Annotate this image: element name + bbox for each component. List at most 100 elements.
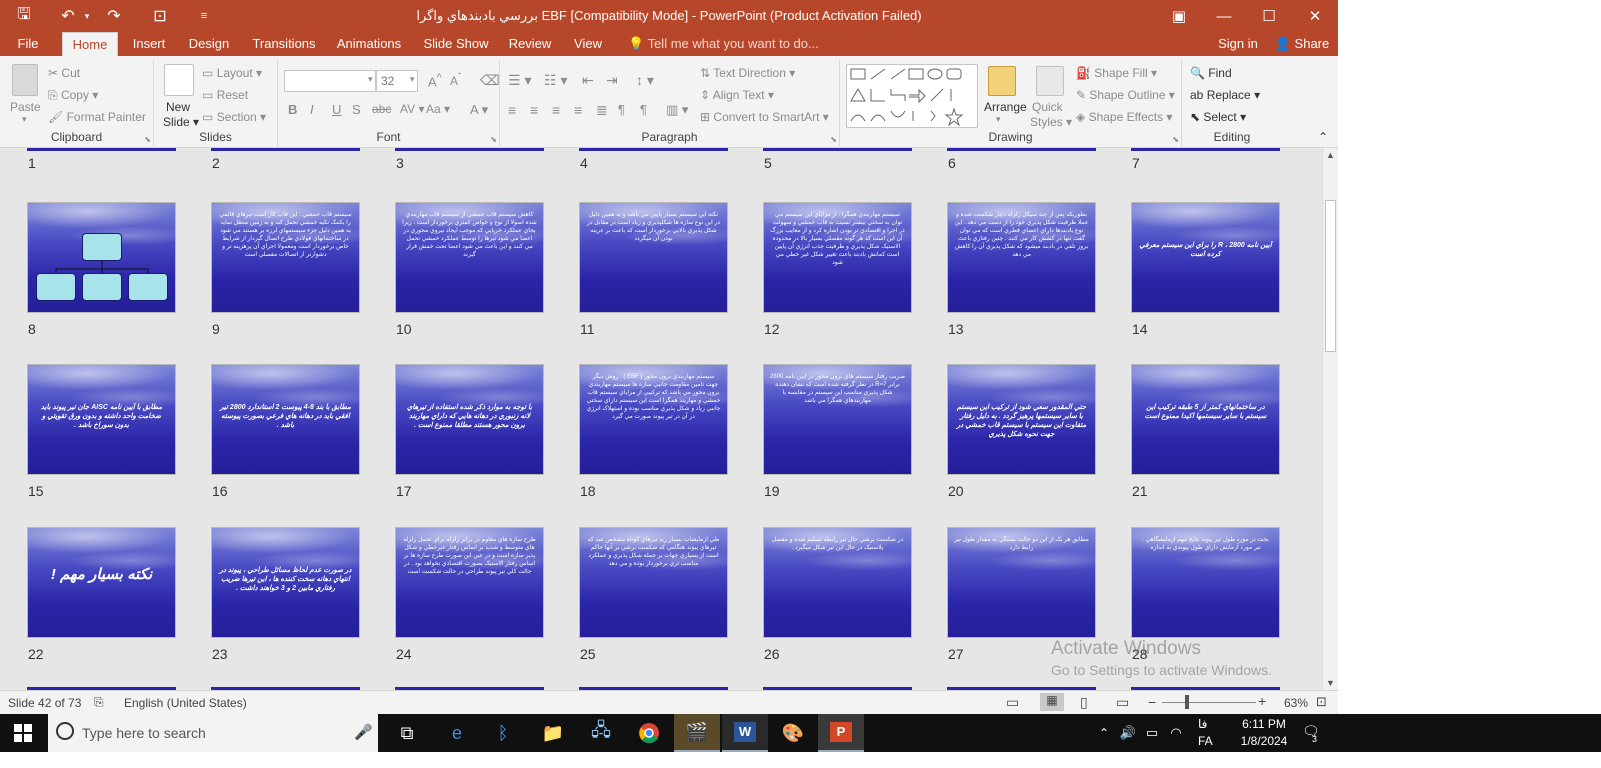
- align-left-icon[interactable]: ≡: [508, 102, 516, 118]
- paste-dropdown-icon[interactable]: ▾: [22, 114, 27, 125]
- zoom-level[interactable]: 63%: [1284, 696, 1308, 710]
- slide-thumbnail[interactable]: کاهش سيستم قاب خمشي از سيستم قاب مهاربند…: [395, 202, 544, 313]
- file-explorer-icon[interactable]: 📁: [530, 714, 576, 752]
- slide-thumbnail[interactable]: مطابق با بند 8-4 پيوست 2 استاندارد 2800 …: [211, 364, 360, 475]
- collapse-ribbon-icon[interactable]: ⌃: [1318, 130, 1328, 144]
- shape-outline-button[interactable]: ✎ Shape Outline ▾: [1076, 88, 1175, 102]
- input-language-fa[interactable]: فا: [1198, 717, 1207, 731]
- clock-date[interactable]: 1/8/2024: [1232, 734, 1296, 748]
- microphone-icon[interactable]: 🎤: [354, 723, 373, 741]
- tab-home[interactable]: Home: [62, 32, 118, 56]
- text-direction-button[interactable]: ⇅ Text Direction ▾: [700, 66, 795, 80]
- character-spacing-icon[interactable]: AV ▾: [400, 102, 424, 116]
- convert-smartart-button[interactable]: ⊞ Convert to SmartArt ▾: [700, 110, 829, 124]
- section-button[interactable]: ▭ Section ▾: [202, 110, 266, 124]
- tab-slide-show[interactable]: Slide Show: [420, 32, 492, 56]
- increase-indent-icon[interactable]: ⇥: [606, 72, 618, 89]
- tab-insert[interactable]: Insert: [124, 32, 174, 56]
- tab-review[interactable]: Review: [506, 32, 554, 56]
- zoom-in-icon[interactable]: +: [1258, 693, 1266, 709]
- paint-app-icon[interactable]: 🎨: [770, 714, 816, 752]
- slide-thumbnail[interactable]: با توجه به موارد ذکر شده استفاده از تيره…: [395, 364, 544, 475]
- paragraph-launcher-icon[interactable]: ⬊: [830, 135, 837, 144]
- shape-effects-button[interactable]: ◈ Shape Effects ▾: [1076, 110, 1172, 124]
- slide-thumbnail[interactable]: بطوريکه پس از چند سيکل زلزله دچار شکست ش…: [947, 202, 1096, 313]
- slide-thumb-strip[interactable]: [395, 148, 544, 151]
- slide-thumbnail[interactable]: ضريب رفتار سيستم هاي برون محور در آيين ن…: [763, 364, 912, 475]
- align-text-button[interactable]: ⇕ Align Text ▾: [700, 88, 774, 102]
- ribbon-display-options-icon[interactable]: ▣: [1156, 0, 1202, 32]
- right-to-left-icon[interactable]: ¶: [640, 102, 647, 117]
- paste-button[interactable]: Paste: [10, 100, 41, 114]
- slide-show-view-icon[interactable]: ▭: [1116, 694, 1129, 711]
- slide-thumbnail[interactable]: سيستم مهاربندي همگرا : از مزاياي اين سيس…: [763, 202, 912, 313]
- quick-styles-button[interactable]: Quick: [1032, 100, 1063, 114]
- strikethrough-icon[interactable]: abc: [372, 102, 391, 116]
- slide-thumb-strip[interactable]: [27, 148, 176, 151]
- zoom-slider-thumb[interactable]: [1185, 695, 1189, 709]
- tell-me-search[interactable]: 💡 Tell me what you want to do...: [628, 32, 819, 56]
- cut-button[interactable]: ✂ Cut: [48, 66, 80, 80]
- volume-icon[interactable]: 🔊: [1116, 714, 1140, 752]
- reading-view-icon[interactable]: ▯: [1080, 694, 1088, 711]
- slide-thumbnail[interactable]: [27, 202, 176, 313]
- clock-time[interactable]: 6:11 PM: [1232, 717, 1296, 731]
- clipboard-launcher-icon[interactable]: ⬊: [144, 135, 151, 144]
- slide-thumbnail[interactable]: سيستم قاب خمشي : اين قاب کار است تيرهاي …: [211, 202, 360, 313]
- network-app-icon[interactable]: 🖧: [578, 714, 624, 752]
- slide-thumbnail[interactable]: نکته بسيار مهم !: [27, 527, 176, 638]
- taskbar-search[interactable]: Type here to search 🎤: [48, 714, 378, 752]
- arrange-dropdown-icon[interactable]: ▾: [996, 114, 1001, 125]
- edge-icon[interactable]: e: [434, 714, 480, 752]
- align-right-icon[interactable]: ≡: [552, 102, 560, 118]
- slide-thumbnail[interactable]: در صورت عدم لحاظ مسائل طراحي ، پيوند در …: [211, 527, 360, 638]
- slide-thumb-strip[interactable]: [763, 148, 912, 151]
- font-launcher-icon[interactable]: ⬊: [490, 135, 497, 144]
- zoom-out-icon[interactable]: −: [1148, 694, 1156, 710]
- input-language[interactable]: FA: [1198, 734, 1213, 748]
- powerpoint-icon[interactable]: P: [818, 714, 864, 752]
- shapes-gallery[interactable]: [846, 64, 978, 128]
- notifications-icon[interactable]: 🗨: [1302, 723, 1320, 740]
- slide-thumbnail[interactable]: حتي المقدور سعي شود از ترکيب اين سيستم ب…: [947, 364, 1096, 475]
- wifi-icon[interactable]: ◠: [1164, 714, 1188, 752]
- find-button[interactable]: 🔍 Find: [1190, 66, 1232, 80]
- change-case-icon[interactable]: Aa ▾: [426, 102, 450, 116]
- chrome-icon[interactable]: [626, 714, 672, 752]
- tab-transitions[interactable]: Transitions: [248, 32, 320, 56]
- font-name-input[interactable]: [284, 70, 376, 92]
- format-painter-button[interactable]: 🖌 Format Painter: [48, 110, 146, 124]
- justify-icon[interactable]: ≡: [574, 102, 582, 118]
- columns-icon[interactable]: ▥ ▾: [666, 102, 688, 118]
- bluetooth-icon[interactable]: ᛒ: [480, 714, 526, 752]
- slide-thumbnail[interactable]: طي آزمايشات بسيار زيد تيرهاي کوتاه مشخص …: [579, 527, 728, 638]
- slide-thumb-strip[interactable]: [1131, 148, 1280, 151]
- select-button[interactable]: ⬉ Select ▾: [1190, 110, 1246, 124]
- font-name-dropdown-icon[interactable]: ▾: [368, 74, 373, 85]
- zoom-slider[interactable]: [1162, 702, 1256, 703]
- italic-icon[interactable]: I: [310, 102, 314, 117]
- normal-view-icon[interactable]: ▭: [1006, 694, 1019, 711]
- align-center-icon[interactable]: ≡: [530, 102, 538, 118]
- slide-thumbnail[interactable]: طرح سازه هاي مقاوم در برابر زلزله براي ت…: [395, 527, 544, 638]
- sign-in-link[interactable]: Sign in: [1212, 32, 1264, 56]
- slide-thumbnail[interactable]: در ساختمانهاي کمتر از 5 طبقه ترکيب اين س…: [1131, 364, 1280, 475]
- font-color-icon[interactable]: A ▾: [470, 102, 488, 118]
- decrease-font-size-icon[interactable]: Aˇ: [450, 72, 461, 88]
- language-indicator[interactable]: English (United States): [124, 696, 247, 710]
- slide-thumbnail[interactable]: سيستم مهاربندي برون محور ( EBF ) : روش د…: [579, 364, 728, 475]
- battery-icon[interactable]: ▭: [1140, 714, 1164, 752]
- scroll-down-icon[interactable]: ▼: [1326, 678, 1335, 688]
- tab-view[interactable]: View: [568, 32, 608, 56]
- layout-button[interactable]: ▭ Layout ▾: [202, 66, 262, 80]
- distributed-icon[interactable]: ≣: [596, 102, 608, 119]
- close-button[interactable]: ✕: [1292, 0, 1338, 32]
- slide-thumb-strip[interactable]: [947, 148, 1096, 151]
- show-hidden-icons-icon[interactable]: ⌃: [1092, 714, 1116, 752]
- slide-thumbnail[interactable]: آيين نامه 2800 ، R را براي اين سيستم معر…: [1131, 202, 1280, 313]
- tab-design[interactable]: Design: [184, 32, 234, 56]
- windows-start-icon[interactable]: [0, 714, 46, 752]
- bullets-icon[interactable]: ☰ ▾: [508, 72, 531, 89]
- task-view-icon[interactable]: ⧉: [384, 714, 430, 752]
- slide-sorter-view-icon[interactable]: ▦: [1040, 693, 1064, 711]
